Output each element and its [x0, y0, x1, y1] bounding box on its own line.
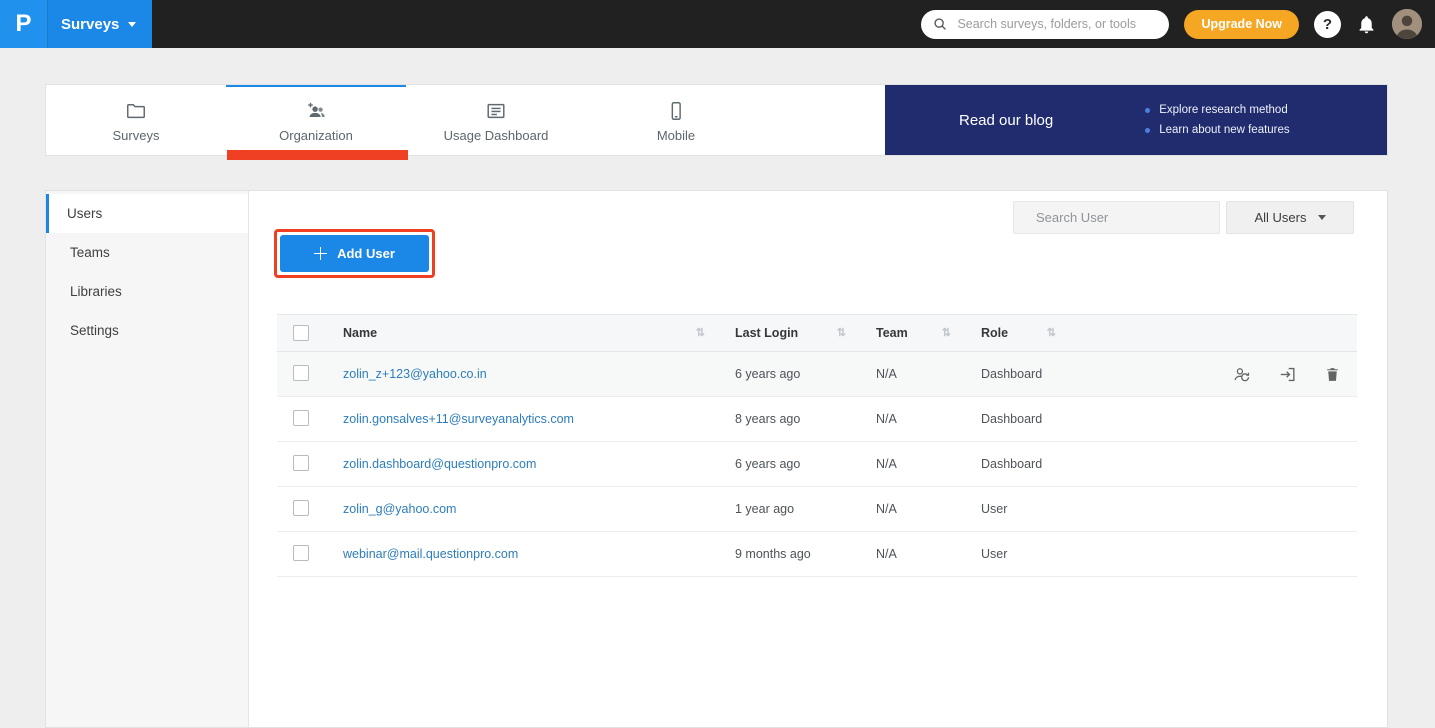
sort-icon[interactable] [837, 328, 846, 339]
user-email-link[interactable]: zolin.dashboard@questionpro.com [343, 457, 536, 471]
row-checkbox[interactable] [293, 365, 309, 381]
row-checkbox[interactable] [293, 500, 309, 516]
table-header-row: Name Last Login Team Role [277, 314, 1357, 352]
table-row: zolin_g@yahoo.com 1 year ago N/A User [277, 487, 1357, 532]
table-row: zolin.dashboard@questionpro.com 6 years … [277, 442, 1357, 487]
tab-mobile[interactable]: Mobile [586, 85, 766, 155]
read-our-blog-link[interactable]: Read our blog [959, 112, 1053, 129]
sort-icon[interactable] [942, 328, 951, 339]
logo-letter: P [15, 10, 31, 38]
sidebar-item-settings[interactable]: Settings [46, 311, 248, 350]
users-content: All Users Add User Name Last Login Team … [249, 191, 1387, 727]
bullet-dot-icon [1145, 128, 1150, 133]
tab-label: Mobile [657, 128, 695, 143]
table-row: zolin_z+123@yahoo.co.in 6 years ago N/A … [277, 352, 1357, 397]
tab-label: Organization [279, 128, 353, 143]
topbar: P Surveys Upgrade Now ? [0, 0, 1435, 48]
questionpro-logo[interactable]: P [0, 0, 48, 48]
product-switcher[interactable]: P Surveys [0, 0, 152, 48]
user-avatar[interactable] [1392, 9, 1422, 39]
sign-in-icon[interactable] [1278, 365, 1297, 384]
search-icon [933, 17, 947, 31]
search-user-input[interactable] [1034, 209, 1214, 226]
sidebar-item-libraries[interactable]: Libraries [46, 272, 248, 311]
tab-surveys[interactable]: Surveys [46, 85, 226, 155]
sidebar-item-teams[interactable]: Teams [46, 233, 248, 272]
global-search-input[interactable] [955, 16, 1157, 32]
chevron-down-icon [1318, 215, 1326, 220]
users-table: Name Last Login Team Role zolin_z+123@ya… [277, 314, 1357, 577]
row-checkbox[interactable] [293, 455, 309, 471]
column-header-team: Team [876, 326, 908, 340]
search-user-box[interactable] [1013, 201, 1220, 234]
click-annotation-box: Add User [274, 229, 435, 278]
column-header-last-login: Last Login [735, 326, 798, 340]
dashboard-icon [485, 100, 507, 122]
bell-icon [1356, 14, 1377, 35]
global-search[interactable] [921, 10, 1169, 39]
table-row: webinar@mail.questionpro.com 9 months ag… [277, 532, 1357, 577]
tab-organization[interactable]: Organization [226, 85, 406, 155]
filter-selected-value: All Users [1254, 210, 1306, 225]
sort-icon[interactable] [696, 328, 705, 339]
user-email-link[interactable]: webinar@mail.questionpro.com [343, 547, 518, 561]
column-header-role: Role [981, 326, 1008, 340]
column-header-name: Name [343, 326, 377, 340]
select-all-checkbox[interactable] [293, 325, 309, 341]
organization-panel: Users Teams Libraries Settings All Users… [45, 190, 1388, 728]
promo-bullet: Learn about new features [1145, 124, 1289, 136]
all-users-dropdown[interactable]: All Users [1226, 201, 1354, 234]
org-sidebar: Users Teams Libraries Settings [46, 191, 249, 727]
plus-icon [314, 247, 327, 260]
sidebar-item-users[interactable]: Users [46, 194, 248, 233]
user-email-link[interactable]: zolin_z+123@yahoo.co.in [343, 367, 487, 381]
blog-promo-banner: Read our blog Explore research method Le… [885, 85, 1387, 155]
promo-bullet: Explore research method [1145, 104, 1289, 116]
bullet-dot-icon [1145, 108, 1150, 113]
row-checkbox[interactable] [293, 410, 309, 426]
tab-label: Surveys [113, 128, 160, 143]
chevron-down-icon [128, 22, 136, 27]
notifications-button[interactable] [1356, 14, 1377, 35]
sort-icon[interactable] [1047, 328, 1056, 339]
upgrade-now-button[interactable]: Upgrade Now [1184, 10, 1299, 39]
tab-usage-dashboard[interactable]: Usage Dashboard [406, 85, 586, 155]
add-user-button[interactable]: Add User [280, 235, 429, 272]
product-name: Surveys [61, 16, 119, 33]
help-button[interactable]: ? [1314, 11, 1341, 38]
question-mark-icon: ? [1323, 16, 1332, 33]
user-email-link[interactable]: zolin_g@yahoo.com [343, 502, 456, 516]
tab-label: Usage Dashboard [444, 128, 549, 143]
add-people-icon [305, 100, 327, 122]
user-email-link[interactable]: zolin.gonsalves+11@surveyanalytics.com [343, 412, 574, 426]
row-checkbox[interactable] [293, 545, 309, 561]
avatar-photo [1392, 9, 1422, 39]
folder-icon [125, 100, 147, 122]
delete-user-icon[interactable] [1324, 366, 1341, 383]
active-tab-underline [227, 150, 408, 160]
module-tab-bar: Surveys Organization Usage Dashboard Mob… [45, 84, 1388, 156]
login-as-user-icon[interactable] [1232, 365, 1251, 384]
mobile-icon [665, 100, 687, 122]
table-row: zolin.gonsalves+11@surveyanalytics.com 8… [277, 397, 1357, 442]
